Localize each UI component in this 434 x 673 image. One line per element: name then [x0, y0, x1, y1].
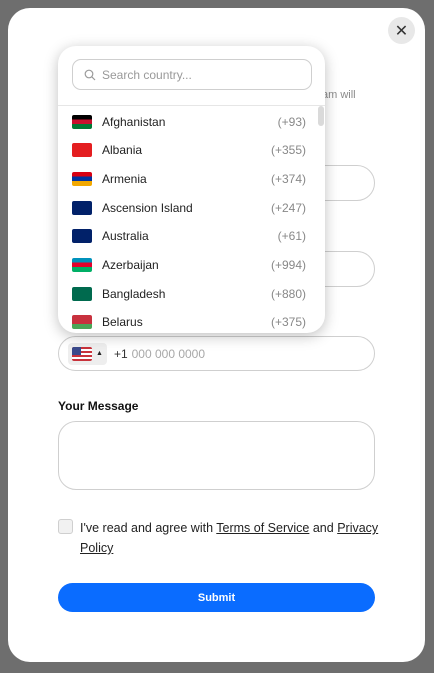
country-flag-icon	[72, 258, 92, 272]
country-name: Albania	[102, 143, 143, 158]
country-option[interactable]: Belarus (+375)	[58, 308, 318, 333]
country-option[interactable]: Ascension Island (+247)	[58, 193, 318, 222]
agreement-and: and	[309, 521, 338, 535]
dropdown-scrollbar[interactable]	[318, 106, 324, 126]
country-search-input[interactable]: Search country...	[72, 59, 312, 90]
country-dial-code: (+374)	[270, 171, 306, 186]
country-option[interactable]: Azerbaijan (+994)	[58, 251, 318, 280]
country-dial-code: (+247)	[270, 200, 306, 215]
country-option[interactable]: Armenia (+374)	[58, 164, 318, 193]
agreement-text: I've read and agree with Terms of Servic…	[80, 518, 380, 558]
country-flag-icon	[72, 171, 92, 186]
terms-link[interactable]: Terms of Service	[216, 521, 309, 535]
country-option[interactable]: Australia (+61)	[58, 222, 318, 251]
form-description-fragment: am will	[322, 89, 356, 101]
country-dial-code: (+93)	[277, 114, 306, 129]
country-name: Bangladesh	[102, 286, 166, 301]
country-name: Afghanistan	[102, 114, 166, 129]
submit-button[interactable]: Submit	[58, 583, 375, 612]
country-name: Belarus	[102, 315, 143, 330]
country-flag-icon	[72, 114, 92, 129]
country-flag-icon	[72, 286, 92, 301]
phone-field[interactable]: ▲ +1 000 000 0000	[58, 336, 375, 371]
country-flag-icon	[72, 143, 92, 158]
message-textarea[interactable]	[58, 421, 375, 490]
country-option[interactable]: Afghanistan (+93)	[58, 107, 318, 136]
country-name: Armenia	[102, 171, 147, 186]
country-dial-code: (+375)	[270, 315, 306, 330]
country-dial-code: (+880)	[270, 286, 306, 301]
close-icon: ✕	[394, 22, 409, 40]
phone-input[interactable]: 000 000 0000	[132, 347, 205, 361]
country-flag-icon	[72, 315, 92, 330]
agree-checkbox[interactable]	[58, 519, 73, 534]
agreement-prefix: I've read and agree with	[80, 521, 217, 535]
country-dial-code: (+61)	[277, 229, 306, 244]
country-dropdown: Search country... Afghanistan (+93) Albani…	[58, 46, 325, 333]
country-search-placeholder: Search country...	[102, 67, 192, 82]
country-name: Ascension Island	[102, 200, 193, 215]
country-option[interactable]: Bangladesh (+880)	[58, 279, 318, 308]
close-button[interactable]: ✕	[388, 17, 415, 44]
country-name: Azerbaijan	[102, 258, 159, 272]
dial-code: +1	[113, 346, 128, 361]
caret-up-icon: ▲	[96, 350, 103, 357]
country-name: Australia	[102, 229, 149, 244]
country-dial-code: (+994)	[270, 258, 306, 272]
country-option[interactable]: Albania (+355)	[58, 136, 318, 165]
country-list: Afghanistan (+93) Albania (+355) Armenia (+37…	[58, 106, 325, 333]
country-flag-icon	[72, 200, 92, 215]
message-label: Your Message	[58, 399, 139, 413]
us-flag-icon	[72, 346, 92, 361]
search-icon	[84, 69, 96, 80]
country-flag-icon	[72, 229, 92, 244]
country-code-selector[interactable]: ▲	[68, 342, 107, 365]
country-dial-code: (+355)	[270, 143, 306, 158]
